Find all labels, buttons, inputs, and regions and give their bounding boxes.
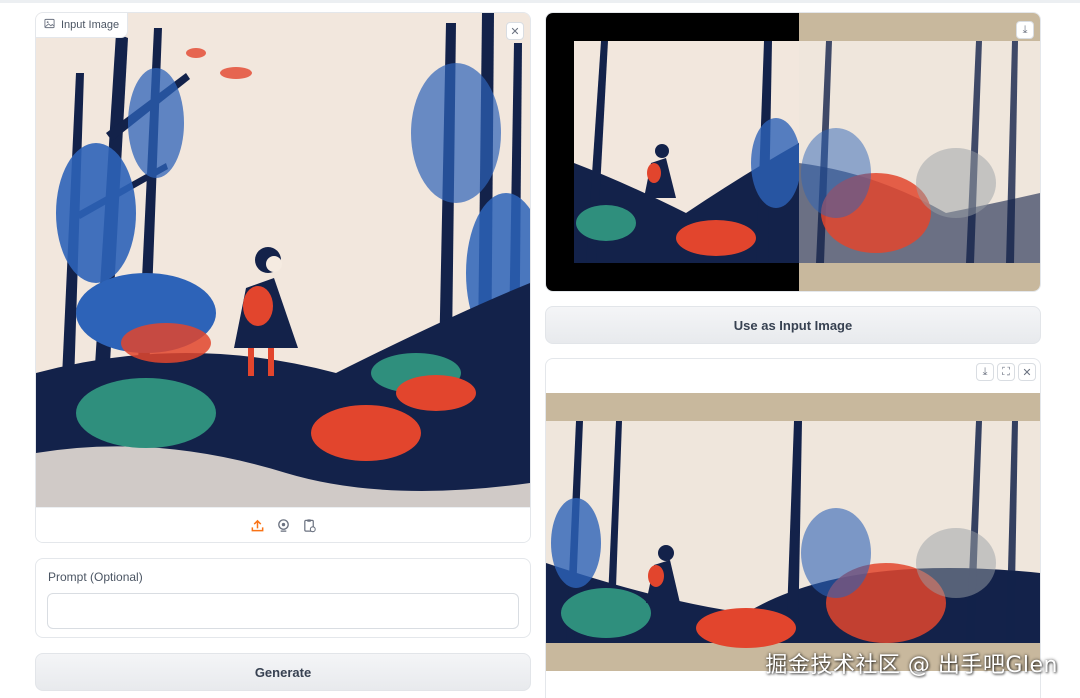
image-icon	[44, 18, 55, 32]
prompt-label: Prompt (Optional)	[48, 570, 143, 584]
clipboard-icon[interactable]	[301, 517, 317, 533]
generate-button[interactable]: Generate	[35, 653, 531, 691]
comparison-image	[546, 13, 1040, 291]
output-close-button[interactable]: ✕	[1018, 363, 1036, 381]
prompt-panel: Prompt (Optional)	[35, 558, 531, 638]
webcam-icon[interactable]	[275, 517, 291, 533]
input-image-panel[interactable]: Input Image ✕	[35, 12, 531, 543]
input-image-label: Input Image	[61, 19, 120, 31]
top-divider	[0, 0, 1080, 3]
download-icon: ⤓	[1022, 23, 1028, 36]
use-as-input-button[interactable]: Use as Input Image	[545, 306, 1041, 344]
output-image	[546, 393, 1040, 671]
fullscreen-icon: ⛶	[1002, 365, 1010, 378]
watermark: 掘金技术社区 @ 出手吧Glen	[765, 653, 1058, 678]
close-icon: ✕	[1022, 366, 1032, 379]
clear-image-button[interactable]: ✕	[506, 22, 524, 40]
compare-download-button[interactable]: ⤓	[1016, 21, 1034, 39]
input-image	[36, 13, 530, 508]
image-source-bar	[36, 507, 530, 542]
download-icon: ⤓	[982, 365, 988, 378]
input-image-tag: Input Image	[36, 13, 129, 38]
upload-icon[interactable]	[249, 517, 265, 533]
output-download-button[interactable]: ⤓	[976, 363, 994, 381]
prompt-input[interactable]	[47, 593, 519, 629]
close-icon: ✕	[510, 25, 520, 38]
comparison-panel[interactable]: ⤓	[545, 12, 1041, 292]
output-fullscreen-button[interactable]: ⛶	[997, 363, 1015, 381]
